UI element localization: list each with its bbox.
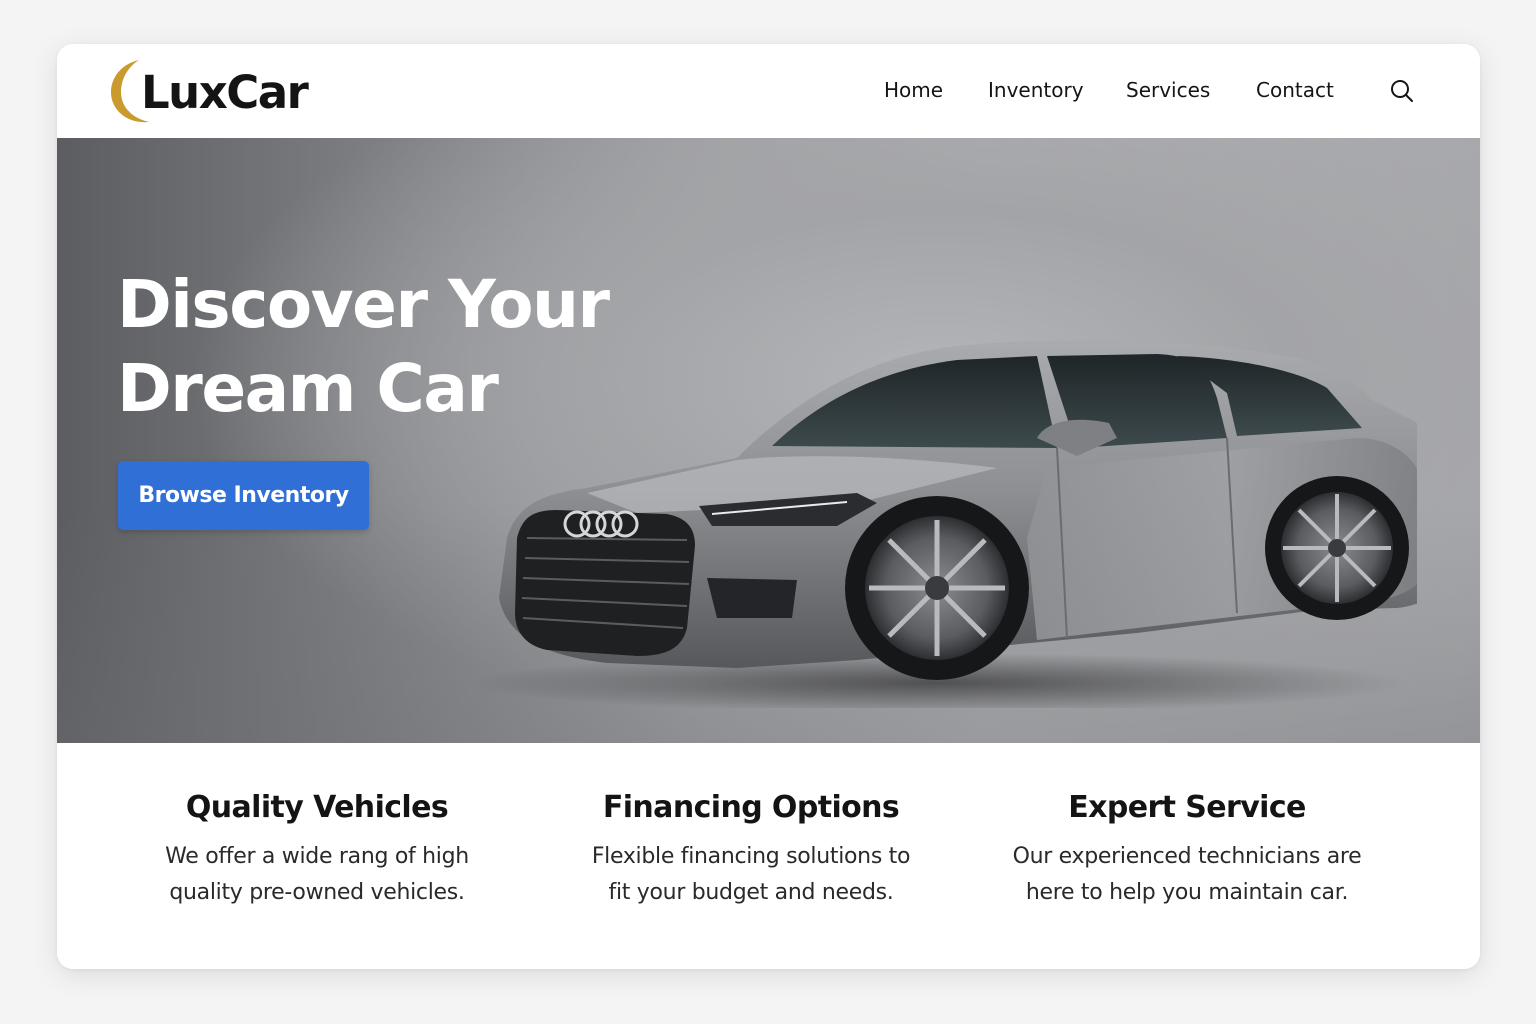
nav-services[interactable]: Services: [1126, 78, 1210, 102]
brand-name: LuxCar: [141, 65, 309, 119]
nav-home[interactable]: Home: [884, 78, 943, 102]
hero-banner: Discover Your Dream Car Browse Inventory: [57, 138, 1480, 743]
feature-description: We offer a wide rang of high quality pre…: [117, 839, 517, 911]
hero-title-line-1: Discover Your: [117, 266, 610, 343]
hero-title: Discover Your Dream Car: [117, 263, 610, 431]
feature-description-line: here to help you maintain car.: [1025, 880, 1349, 905]
page-card: LuxCar Home Inventory Services Contact D…: [57, 44, 1480, 969]
feature-expert-service: Expert Service Our experienced technicia…: [987, 791, 1387, 911]
browse-inventory-button[interactable]: Browse Inventory: [118, 461, 369, 530]
feature-description-line: We offer a wide rang of high: [165, 844, 469, 869]
brand-logo[interactable]: LuxCar: [109, 56, 309, 126]
features-section: Quality Vehicles We offer a wide rang of…: [57, 743, 1480, 969]
feature-description-line: Flexible financing solutions to: [591, 844, 911, 869]
hero-title-line-2: Dream Car: [117, 350, 499, 427]
feature-title: Quality Vehicles: [185, 790, 449, 825]
site-header: LuxCar Home Inventory Services Contact: [57, 44, 1480, 138]
feature-quality-vehicles: Quality Vehicles We offer a wide rang of…: [117, 791, 517, 911]
feature-description: Flexible financing solutions to fit your…: [551, 839, 951, 911]
feature-title: Financing Options: [602, 790, 900, 825]
search-icon: [1391, 80, 1413, 102]
feature-description-line: quality pre-owned vehicles.: [169, 880, 465, 905]
search-button[interactable]: [1389, 78, 1415, 104]
feature-description-line: Our experienced technicians are: [1012, 844, 1362, 869]
feature-description: Our experienced technicians are here to …: [987, 839, 1387, 911]
nav-inventory[interactable]: Inventory: [988, 78, 1084, 102]
feature-financing-options: Financing Options Flexible financing sol…: [551, 791, 951, 911]
nav-contact[interactable]: Contact: [1256, 78, 1334, 102]
feature-description-line: fit your budget and needs.: [608, 880, 894, 905]
feature-title: Expert Service: [1068, 790, 1306, 825]
